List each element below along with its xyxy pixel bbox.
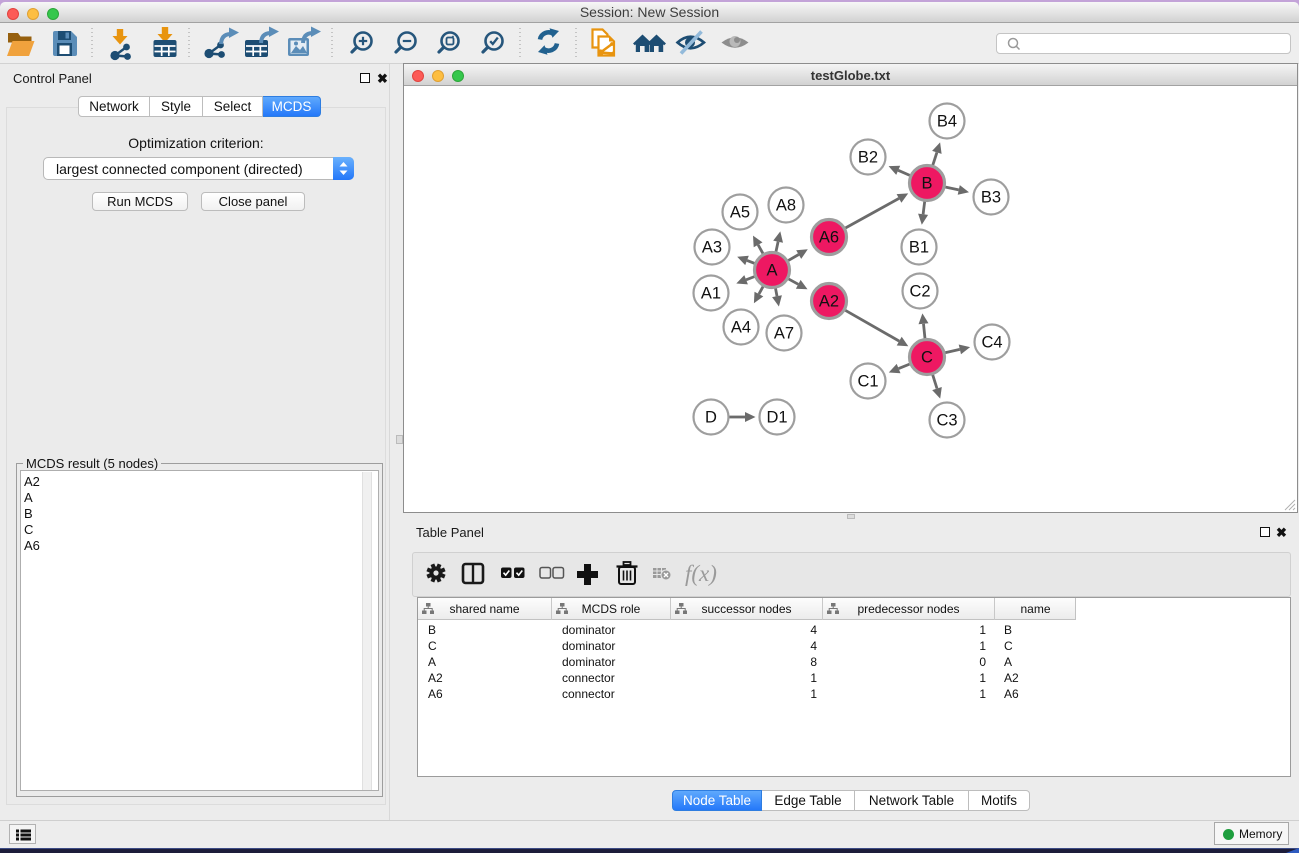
svg-text:A: A	[766, 262, 777, 280]
svg-text:B2: B2	[858, 149, 878, 167]
svg-text:A8: A8	[776, 197, 796, 215]
svg-text:C2: C2	[909, 283, 930, 301]
svg-text:B1: B1	[909, 239, 929, 257]
svg-text:A4: A4	[731, 319, 751, 337]
svg-text:B3: B3	[981, 189, 1001, 207]
svg-text:A2: A2	[819, 293, 839, 311]
svg-text:A7: A7	[774, 325, 794, 343]
svg-text:A6: A6	[819, 229, 839, 247]
svg-text:A5: A5	[730, 204, 750, 222]
svg-text:C4: C4	[981, 334, 1002, 352]
svg-text:D1: D1	[766, 409, 787, 427]
svg-text:B4: B4	[937, 113, 957, 131]
svg-text:D: D	[705, 409, 717, 427]
svg-text:f(x): f(x)	[685, 561, 717, 586]
svg-text:C1: C1	[857, 373, 878, 391]
svg-text:B: B	[921, 175, 932, 193]
svg-text:A3: A3	[702, 239, 722, 257]
svg-text:A1: A1	[701, 285, 721, 303]
svg-text:C: C	[921, 349, 933, 367]
svg-text:C3: C3	[936, 412, 957, 430]
